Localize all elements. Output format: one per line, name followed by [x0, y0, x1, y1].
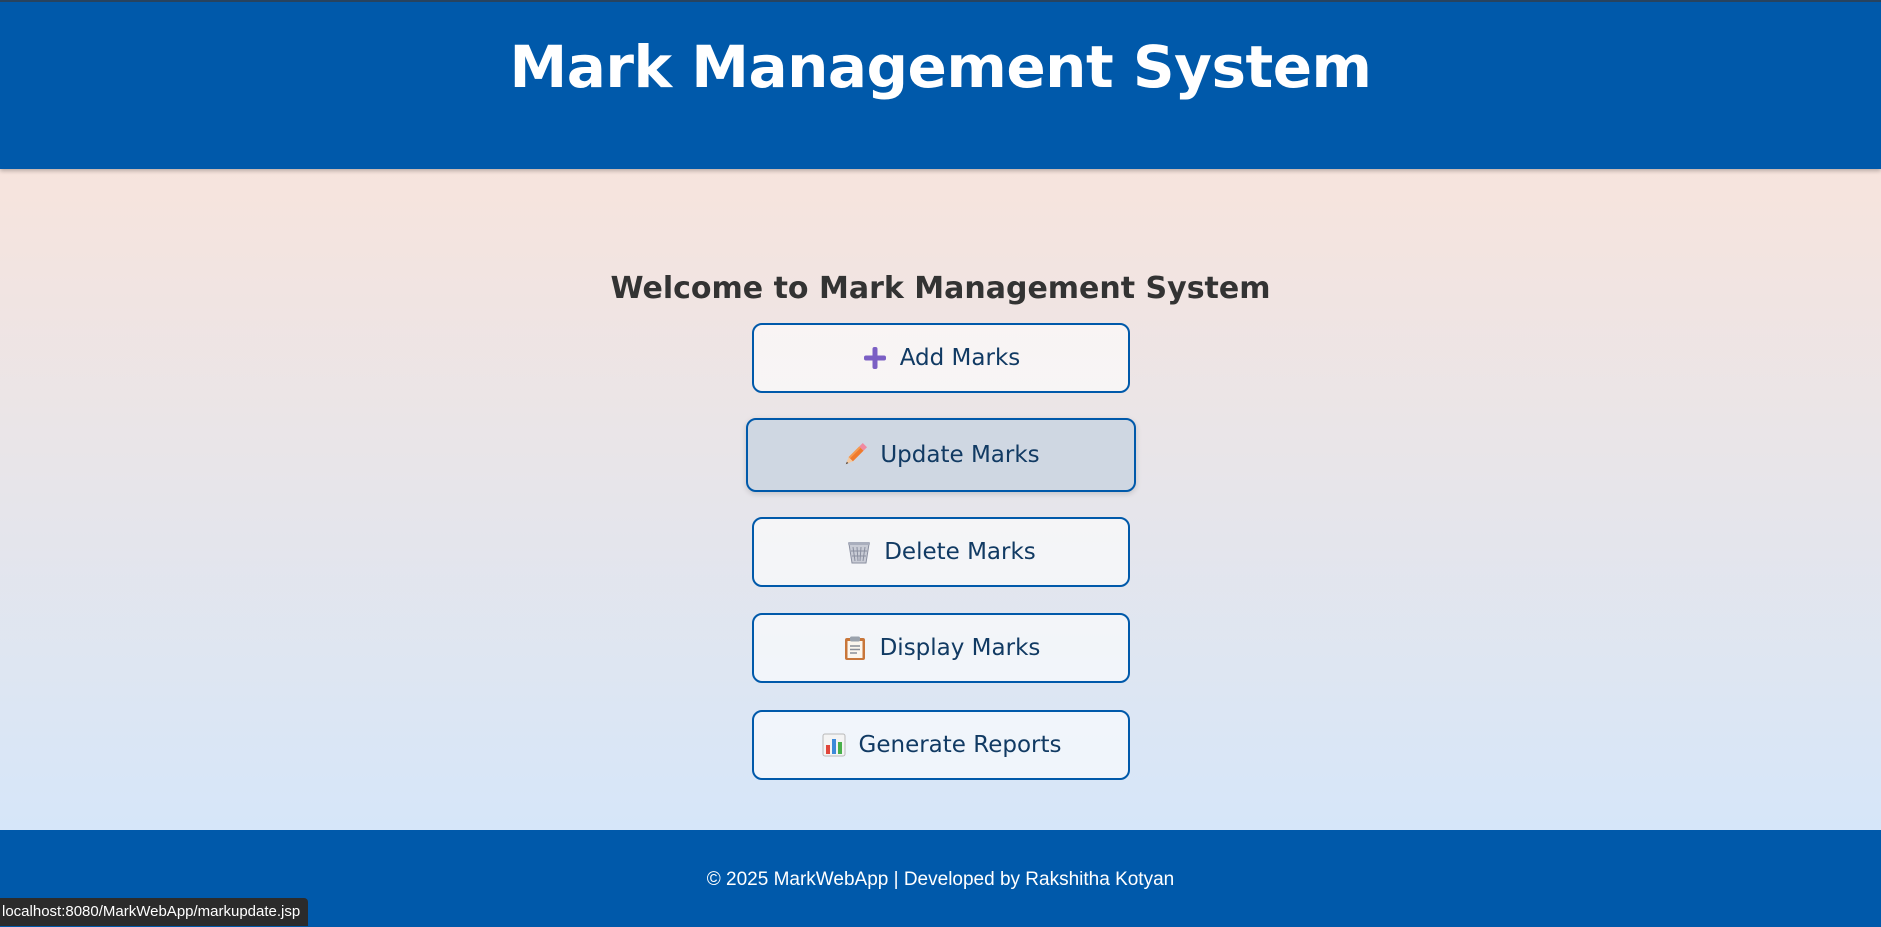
welcome-heading: Welcome to Mark Management System: [610, 270, 1271, 306]
delete-marks-button[interactable]: Delete Marks: [752, 517, 1130, 587]
page-title: Mark Management System: [509, 33, 1372, 101]
status-bar-url: localhost:8080/MarkWebApp/markupdate.jsp: [0, 898, 309, 926]
display-marks-label: Display Marks: [879, 635, 1041, 661]
wastebasket-icon: [846, 539, 872, 565]
update-marks-button[interactable]: Update Marks: [746, 418, 1136, 492]
pencil-icon: [842, 442, 868, 468]
add-marks-button[interactable]: Add Marks: [752, 323, 1130, 393]
page-header: Mark Management System: [0, 0, 1881, 169]
footer-text: © 2025 MarkWebApp | Developed by Rakshit…: [706, 869, 1175, 890]
delete-marks-label: Delete Marks: [884, 539, 1036, 565]
display-marks-button[interactable]: Display Marks: [752, 613, 1130, 683]
clipboard-icon: [842, 635, 868, 661]
generate-reports-button[interactable]: Generate Reports: [752, 710, 1130, 780]
plus-icon: [862, 345, 888, 371]
generate-reports-label: Generate Reports: [858, 732, 1062, 758]
add-marks-label: Add Marks: [899, 345, 1021, 371]
main-content: Welcome to Mark Management System Add Ma…: [0, 169, 1881, 830]
update-marks-label: Update Marks: [880, 442, 1040, 468]
bar-chart-icon: [821, 732, 847, 758]
